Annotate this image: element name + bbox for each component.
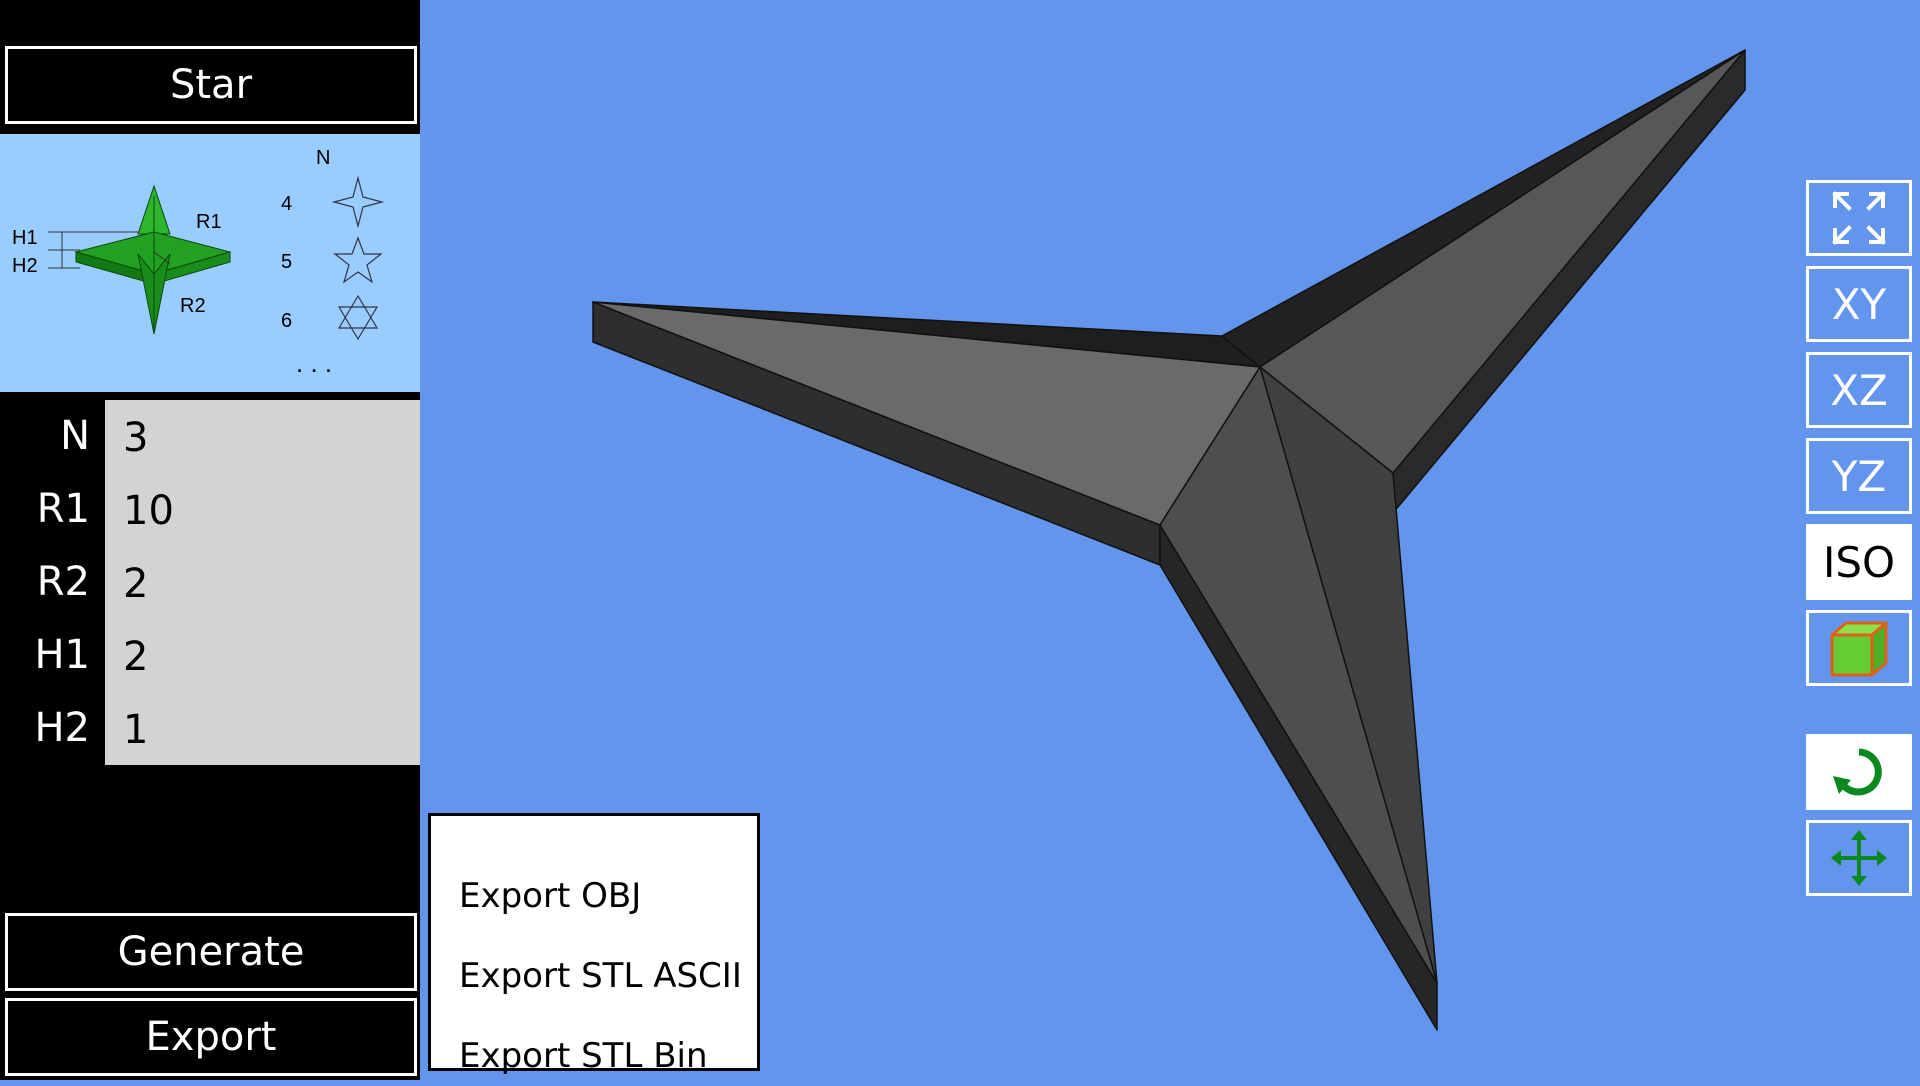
view-xz-button[interactable]: XZ [1806, 352, 1912, 428]
n-option-label: 5 [281, 251, 292, 273]
param-input[interactable]: 2 [105, 546, 420, 619]
green-star-illustration [74, 184, 232, 335]
rotate-icon [1833, 748, 1882, 796]
move-arrows-icon [1831, 830, 1887, 886]
rotate-mode-button[interactable] [1806, 734, 1912, 810]
parameter-grid: N 3 R1 10 R2 2 H1 2 H2 1 [0, 400, 420, 765]
view-yz-button[interactable]: YZ [1806, 438, 1912, 514]
param-row: H2 1 [0, 692, 420, 765]
param-label: N [60, 413, 90, 459]
param-row: H1 2 [0, 619, 420, 692]
view-xy-button[interactable]: XY [1806, 266, 1912, 342]
green-cube-icon [1830, 621, 1888, 677]
n-option-label: 6 [281, 310, 292, 332]
r1-label: R1 [196, 211, 222, 233]
n-option-label: 4 [281, 193, 292, 215]
param-label: R2 [36, 559, 90, 605]
export-obj-item[interactable]: Export OBJ [459, 866, 641, 926]
param-input[interactable]: 2 [105, 619, 420, 692]
r2-label: R2 [180, 295, 206, 317]
diagram-svg: H1 H2 R1 R2 N 4 5 6 . . . [12, 147, 385, 378]
star-model [592, 49, 1746, 1031]
six-point-star-icon [337, 294, 379, 341]
export-button[interactable]: Export [5, 998, 417, 1076]
shaded-mode-button[interactable] [1806, 610, 1912, 686]
model-face [1259, 49, 1746, 474]
five-point-star-icon [333, 236, 383, 284]
h2-label: H2 [12, 255, 38, 277]
param-row: R1 10 [0, 473, 420, 546]
star-parameter-diagram: H1 H2 R1 R2 N 4 5 6 . . . [0, 134, 420, 392]
generate-button[interactable]: Generate [5, 913, 417, 991]
pan-mode-button[interactable] [1806, 820, 1912, 896]
param-input[interactable]: 1 [105, 692, 420, 765]
param-input[interactable]: 10 [105, 473, 420, 546]
h1-label: H1 [12, 227, 38, 249]
view-iso-button[interactable]: ISO [1806, 524, 1912, 600]
n-header: N [316, 147, 330, 169]
export-menu: Export OBJ Export STL ASCII Export STL B… [428, 813, 760, 1076]
param-label: H1 [34, 632, 90, 678]
export-stl-bin-item[interactable]: Export STL Bin [459, 1026, 708, 1086]
sidebar: Star H1 H2 R1 R2 N 4 5 6 . . . N 3 R1 10… [0, 0, 420, 1080]
fit-to-view-icon [1832, 191, 1886, 245]
four-point-star-icon [331, 175, 385, 229]
more-ellipsis: . . . [296, 348, 332, 378]
param-row: R2 2 [0, 546, 420, 619]
fit-view-button[interactable] [1806, 180, 1912, 256]
param-label: R1 [36, 486, 90, 532]
param-label: H2 [34, 705, 90, 751]
param-input[interactable]: 3 [105, 400, 420, 473]
export-stl-ascii-item[interactable]: Export STL ASCII [459, 946, 742, 1006]
shape-title-button[interactable]: Star [5, 46, 417, 124]
param-row: N3 [0, 400, 420, 473]
